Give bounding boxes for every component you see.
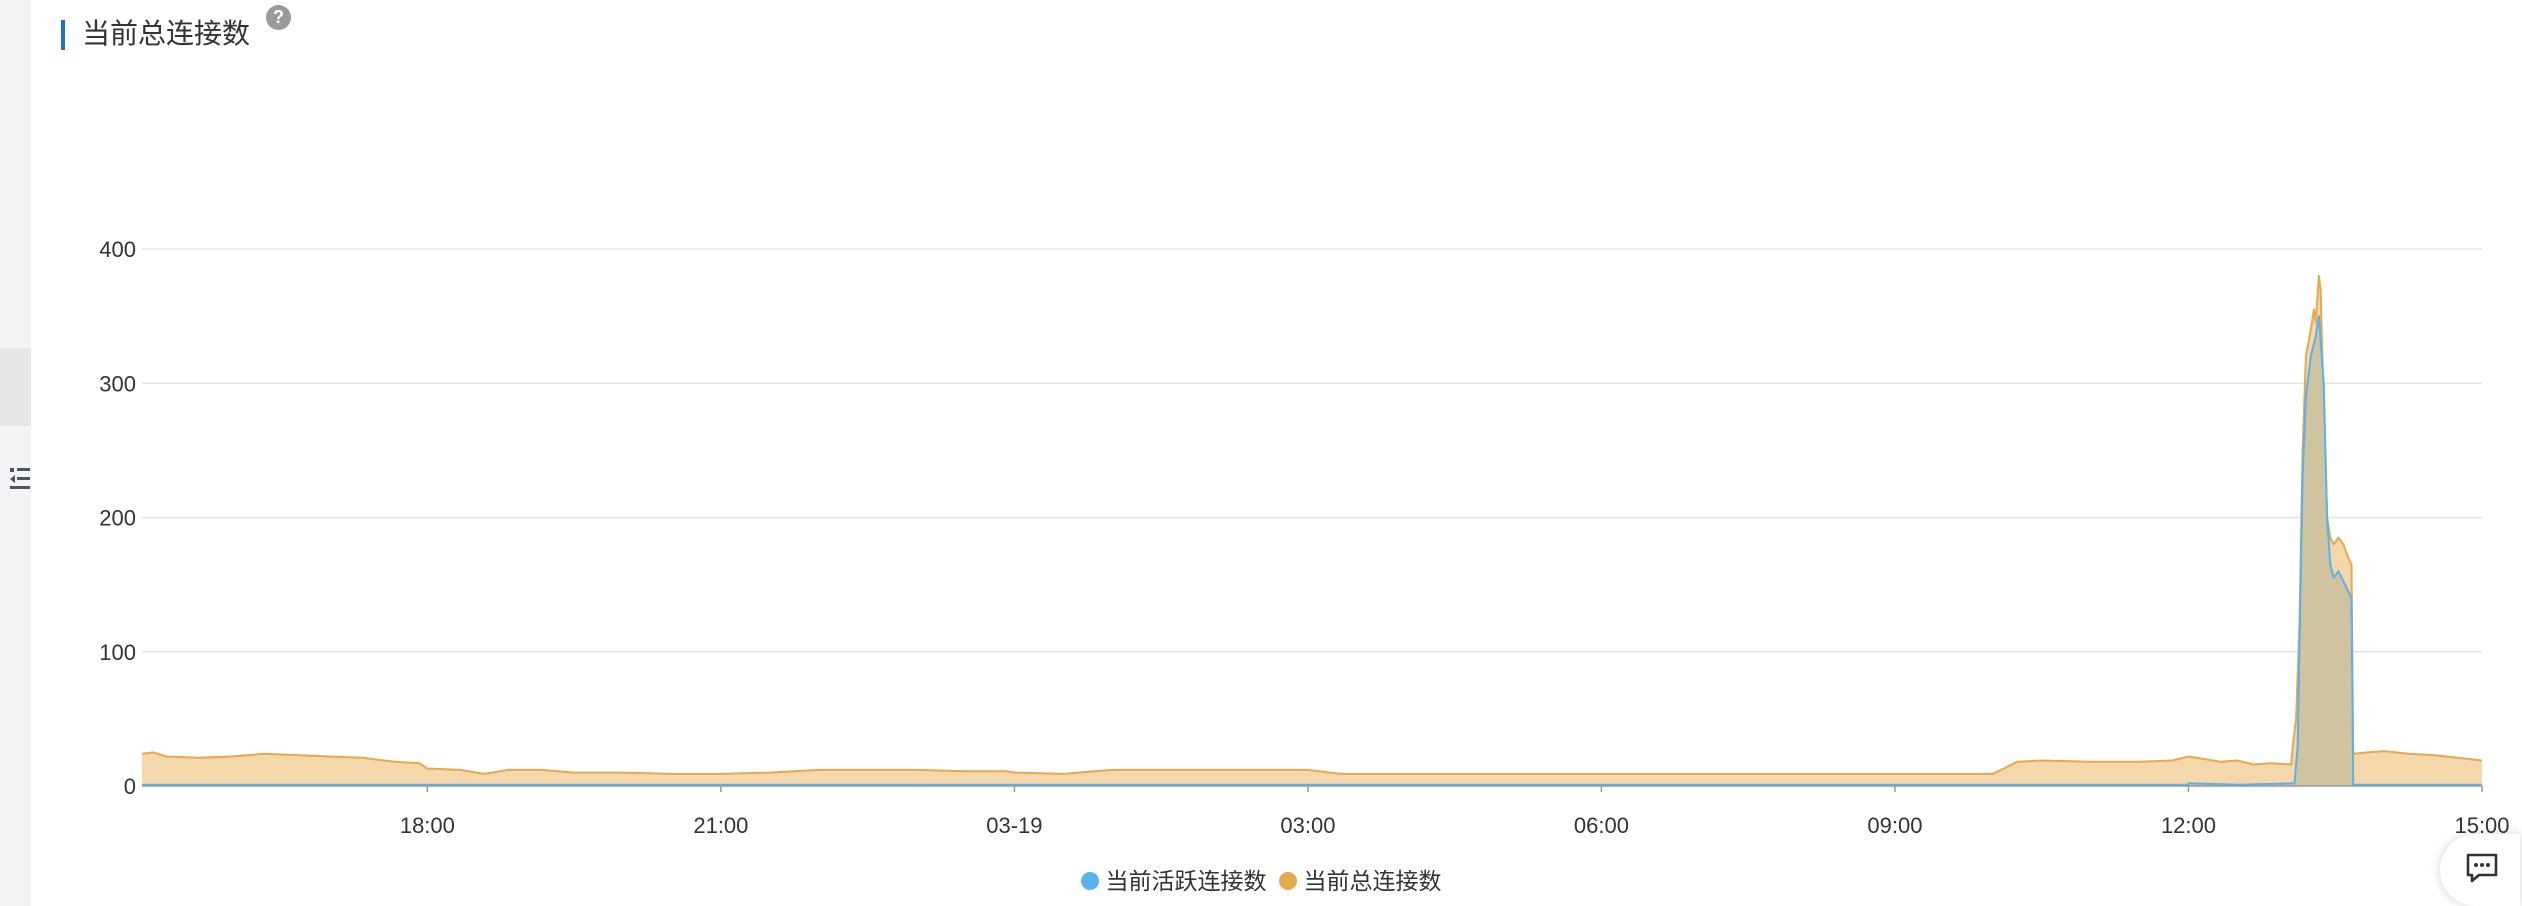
legend-label-active: 当前活跃连接数 [1105, 868, 1267, 894]
series-area-active [142, 316, 2482, 786]
chat-button[interactable] [2440, 834, 2520, 906]
x-tick-label: 03:00 [1280, 813, 1335, 838]
y-tick-label: 200 [99, 506, 136, 531]
series-line-total [141, 274, 2483, 775]
y-tick-label: 300 [99, 371, 136, 396]
y-tick-label: 0 [124, 774, 136, 799]
series-area-total [142, 275, 2482, 786]
y-axis-ticks: 0 100 200 300 400 [99, 237, 136, 799]
y-tick-label: 100 [99, 640, 136, 665]
series-areas [141, 274, 2483, 786]
x-tick-label: 18:00 [400, 813, 455, 838]
x-axis-ticks: 18:00 21:00 03-19 03:00 06:00 09:00 12:00 15:00 [400, 786, 2510, 838]
legend-dot-total [1278, 872, 1297, 890]
y-tick-label: 400 [99, 237, 136, 262]
grid-lines [142, 248, 2482, 653]
legend-dot-active [1080, 872, 1099, 890]
x-tick-label: 03-19 [986, 813, 1042, 838]
x-tick-label: 06:00 [1574, 813, 1629, 838]
legend-label-total: 当前总连接数 [1303, 868, 1442, 894]
legend-item-total[interactable]: 当前总连接数 [1278, 866, 1442, 896]
chart-legend: 当前活跃连接数 当前总连接数 [0, 866, 2522, 896]
x-tick-label: 21:00 [693, 813, 748, 838]
x-tick-label: 12:00 [2161, 813, 2216, 838]
chat-message-icon [2466, 853, 2498, 883]
connections-area-chart: 0 100 200 300 400 18:00 21:00 03-19 03:00 06:00 0… [99, 237, 2510, 838]
legend-item-active[interactable]: 当前活跃连接数 [1080, 866, 1267, 896]
x-tick-label: 09:00 [1867, 813, 1922, 838]
series-line-active [142, 315, 2482, 786]
